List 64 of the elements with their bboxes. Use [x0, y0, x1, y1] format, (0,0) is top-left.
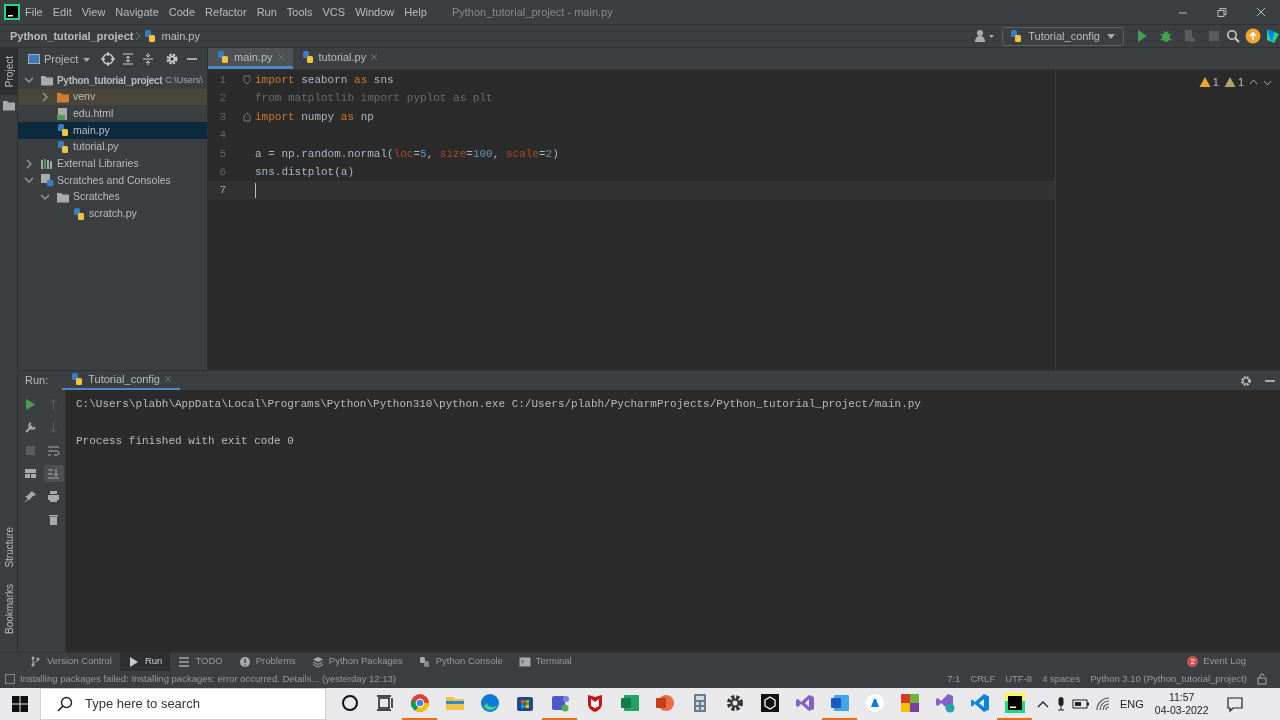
tool-window-tab[interactable]: Run — [119, 652, 171, 671]
console-output-line: Process finished with exit code 0 — [76, 434, 295, 449]
notification-count: 2 — [1187, 656, 1199, 667]
menu-item[interactable]: Help — [399, 3, 432, 21]
project-view-dropdown[interactable]: Project — [24, 50, 96, 68]
code-line: a = np.random.normal(loc=5, size=100, scale=2) — [255, 146, 559, 162]
code-line: sns.distplot(a) — [255, 164, 355, 180]
status-item[interactable]: 7:1 — [942, 671, 966, 687]
side-tab[interactable]: Project — [0, 48, 18, 96]
menu-item[interactable]: Code — [163, 3, 201, 21]
status-item[interactable]: Python 3.10 (Python_tutorial_project) — [1085, 671, 1252, 687]
tree-item[interactable]: Python_tutorial_project C:\Users\ — [18, 72, 207, 89]
language-indicator[interactable]: ENG — [1120, 695, 1144, 713]
tool-window-tab[interactable]: Python Console — [410, 652, 511, 671]
inspection-count: 1 — [1212, 75, 1219, 90]
line-number: 7 — [218, 183, 226, 199]
menu-item[interactable]: Run — [251, 3, 282, 21]
tree-item[interactable]: edu.html — [18, 105, 207, 123]
tool-window-tab[interactable]: Problems — [230, 652, 304, 671]
status-item[interactable]: CRLF — [965, 671, 1001, 687]
clock-time[interactable]: 11:57 — [1168, 691, 1195, 704]
menu-item[interactable]: Tools — [281, 3, 318, 21]
breadcrumb-item[interactable]: Python_tutorial_project — [10, 27, 134, 45]
panel-label: Run: — [25, 373, 49, 389]
event-log-button[interactable]: 2 Event Log — [1179, 652, 1254, 671]
tree-item[interactable]: scratch.py — [18, 205, 207, 223]
tree-item[interactable]: External Libraries — [18, 155, 207, 173]
editor-tab[interactable]: main.py — [208, 48, 293, 69]
side-tab[interactable]: Bookmarks — [0, 576, 18, 642]
path-hint: C:\Users\ — [165, 73, 203, 87]
side-tab[interactable]: Structure — [0, 519, 18, 576]
code-line: from matplotlib import pyplot as plt — [255, 91, 493, 107]
code-line: import numpy as np — [255, 109, 374, 125]
status-item[interactable]: UTF-8 — [1000, 671, 1038, 687]
tree-item[interactable]: Scratches — [18, 188, 207, 206]
search-field[interactable]: Type here to search — [83, 693, 303, 715]
menu-item[interactable]: Refactor — [200, 3, 252, 21]
menu-item[interactable]: File — [20, 3, 48, 21]
tool-window-tab[interactable]: Terminal — [510, 652, 580, 671]
line-number: 4 — [218, 128, 226, 144]
search-box[interactable]: Type here to search — [40, 688, 326, 720]
menu-item[interactable]: View — [76, 3, 111, 21]
inspection-count: 1 — [1237, 75, 1244, 90]
line-number: 3 — [218, 109, 226, 125]
tool-window-tab[interactable]: TODO — [170, 652, 231, 671]
editor-tab[interactable]: tutorial.py — [292, 48, 387, 69]
tree-item[interactable]: main.py — [18, 122, 207, 139]
menu-item[interactable]: VCS — [317, 3, 351, 21]
run-configuration-dropdown[interactable]: Tutorial_config — [1002, 26, 1124, 46]
code-line: import seaborn as sns — [255, 72, 394, 88]
tree-item[interactable]: tutorial.py — [18, 138, 207, 156]
breadcrumb-item[interactable]: main.py — [161, 27, 200, 45]
tree-item[interactable]: Scratches and Consoles — [18, 172, 207, 189]
menu-item[interactable]: Window — [350, 3, 400, 21]
status-item[interactable]: 4 spaces — [1037, 671, 1086, 687]
status-message[interactable]: Installing packages failed: Installing packages: error occurred. Details... (yesterday 12:13) — [20, 671, 396, 687]
tool-window-tab[interactable]: Python Packages — [303, 652, 411, 671]
window-title: Python_tutorial_project - main.py — [451, 4, 613, 20]
tree-item[interactable]: venv — [18, 88, 207, 106]
tool-window-tab[interactable]: Version Control — [22, 652, 120, 671]
console-output-line: C:\Users\plabh\AppData\Local\Programs\Python\Python310\python.exe C:/Users/plabh/PycharmProjects/Python_tutorial_project/main.py — [76, 397, 921, 412]
menu-item[interactable]: Navigate — [110, 3, 164, 21]
clock-date[interactable]: 04-03-2022 — [1154, 704, 1209, 717]
menu-item[interactable]: Edit — [47, 3, 77, 21]
